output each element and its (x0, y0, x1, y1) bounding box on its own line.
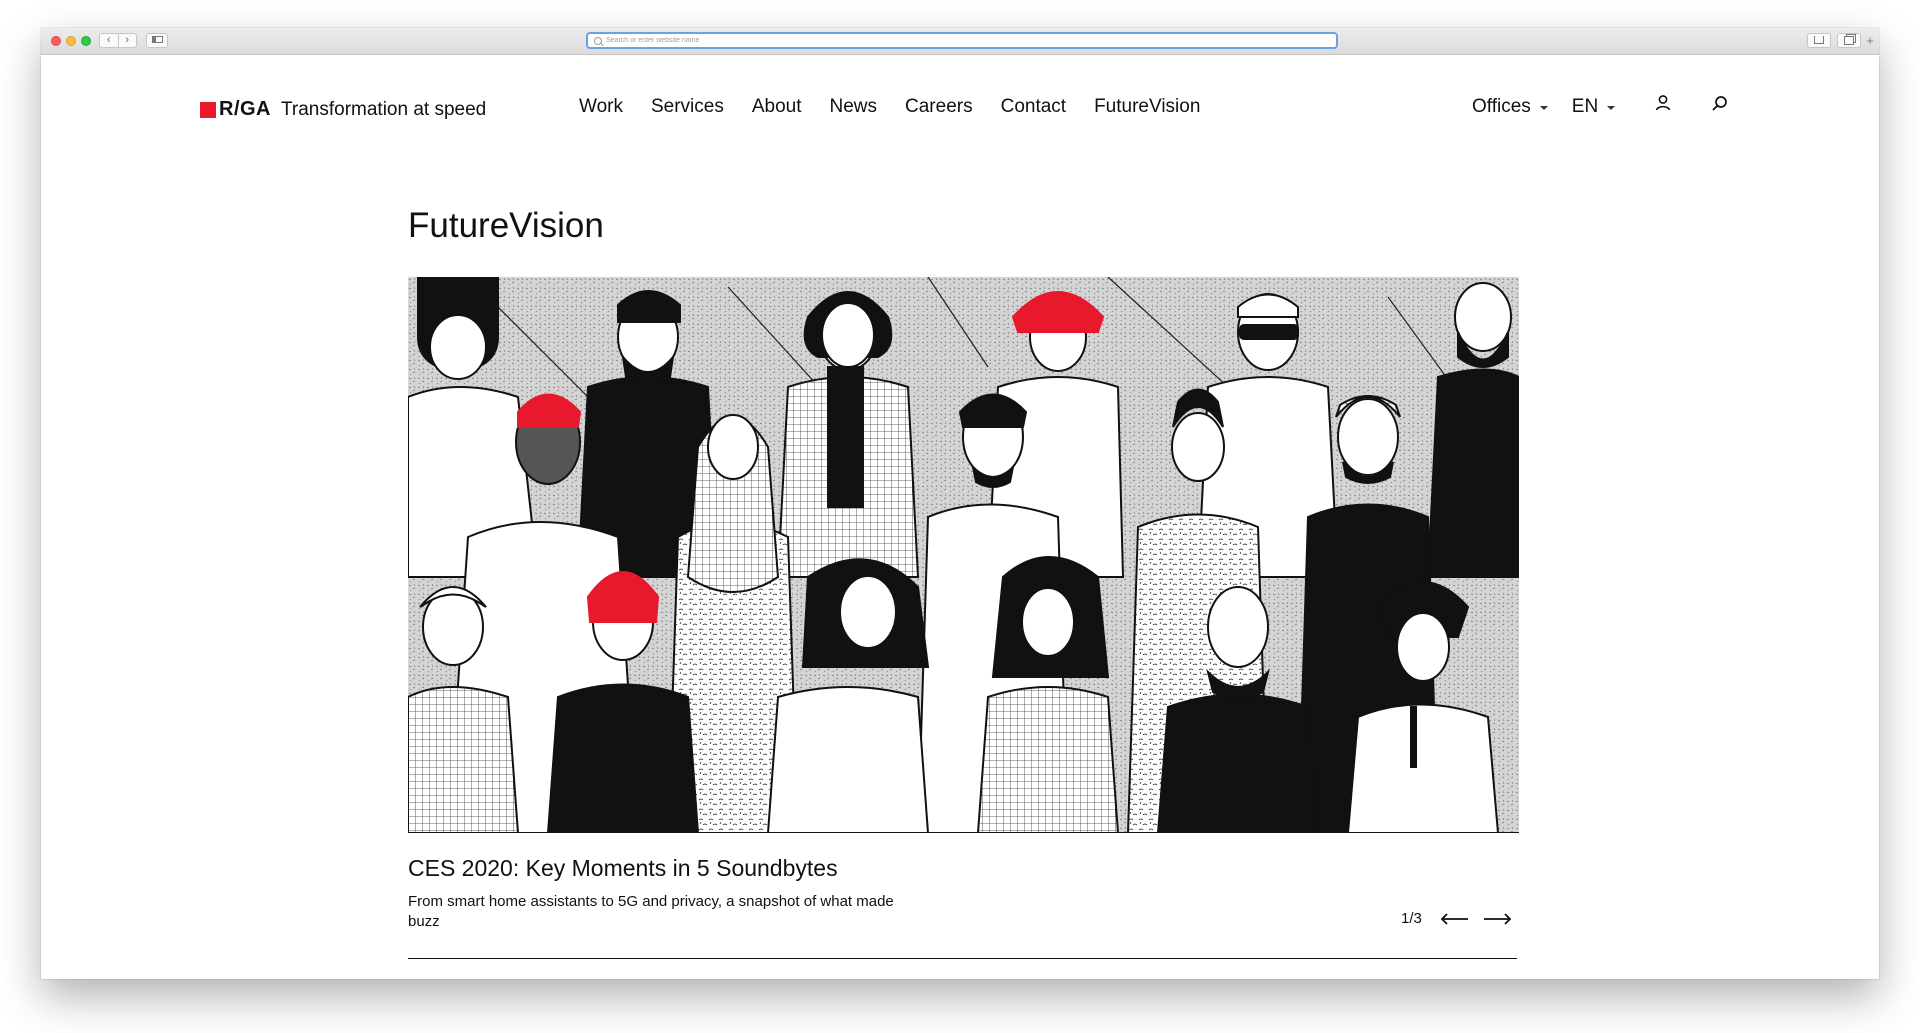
language-label: EN (1571, 96, 1599, 117)
utility-nav: Offices EN (1472, 96, 1616, 117)
nav-services[interactable]: Services (651, 97, 724, 117)
nav-about[interactable]: About (752, 97, 802, 117)
share-button[interactable] (1807, 33, 1831, 48)
chevron-down-icon (1607, 106, 1616, 110)
forward-button[interactable]: › (119, 34, 137, 47)
page-title: FutureVision (408, 206, 604, 245)
nav-careers[interactable]: Careers (905, 97, 973, 117)
window-minimize-button[interactable] (66, 36, 76, 46)
site-logo[interactable]: R/GA Transformation at speed (200, 98, 486, 121)
arrow-left-icon[interactable] (1440, 912, 1470, 925)
language-dropdown[interactable]: EN (1571, 96, 1616, 117)
sidebar-icon (151, 36, 163, 43)
tab-overview-button[interactable] (1837, 33, 1861, 48)
share-icon (1814, 36, 1824, 44)
new-tab-button[interactable]: + (1863, 34, 1877, 48)
section-divider (408, 958, 1517, 959)
offices-label: Offices (1472, 96, 1531, 117)
window-maximize-button[interactable] (81, 36, 91, 46)
logo-red-square (200, 101, 216, 118)
main-nav: Work Services About News Careers Contact… (579, 97, 1200, 117)
offices-dropdown[interactable]: Offices (1472, 97, 1548, 117)
search-icon[interactable] (1711, 95, 1729, 113)
browser-toolbar: ‹ › + (41, 28, 1879, 55)
pager-count: 1/3 (1401, 910, 1422, 927)
tagline: Transformation at speed (281, 98, 487, 120)
address-input[interactable] (606, 34, 1306, 47)
arrow-right-icon[interactable] (1482, 912, 1512, 925)
back-button[interactable]: ‹ (100, 34, 119, 47)
nav-contact[interactable]: Contact (1001, 97, 1066, 117)
window-close-button[interactable] (51, 36, 61, 46)
browser-window: ‹ › + R/GA Transformation at speed Wor (41, 28, 1879, 979)
logo-text: R/GA (219, 98, 271, 120)
nav-work[interactable]: Work (579, 97, 623, 117)
nav-futurevision[interactable]: FutureVision (1094, 97, 1200, 117)
user-icon[interactable] (1654, 94, 1672, 112)
sidebar-toggle-button[interactable] (146, 33, 168, 48)
article-description: From smart home assistants to 5G and pri… (408, 893, 894, 930)
tabs-icon (1844, 36, 1854, 45)
hero-illustration[interactable] (408, 277, 1519, 833)
chevron-down-icon (1539, 106, 1548, 110)
address-bar[interactable] (586, 32, 1338, 49)
search-icon (594, 36, 602, 45)
site-header: R/GA Transformation at speed Work Servic… (41, 55, 1879, 145)
history-nav-group: ‹ › (99, 33, 137, 48)
nav-news[interactable]: News (830, 97, 878, 117)
article-title[interactable]: CES 2020: Key Moments in 5 Soundbytes (408, 855, 838, 882)
web-page: R/GA Transformation at speed Work Servic… (41, 55, 1879, 979)
carousel-pager: 1/3 (1401, 910, 1512, 927)
